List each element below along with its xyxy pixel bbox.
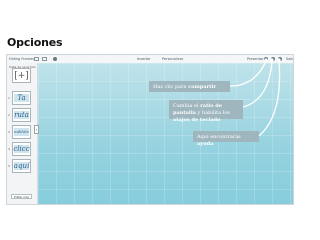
path-thumbnail-1[interactable]: Ta [12, 91, 31, 105]
edit-path-button[interactable]: Editar ruta [11, 194, 32, 199]
thumb-number: 1 [8, 96, 10, 100]
customize-menu[interactable]: Personalizar [162, 57, 183, 61]
tip-ratio-bold2: atajos de teclado [173, 116, 221, 123]
overview-thumbnail[interactable]: [+] [12, 68, 31, 83]
tip-help-bold: ayuda [197, 140, 214, 147]
prezi-editor-window: Hiding Frames Insertar Personalizar Pres… [6, 54, 294, 205]
tip-share-text: Haz clic para [153, 84, 189, 90]
project-name: Hiding Frames [9, 57, 35, 61]
present-button[interactable]: Presentar [247, 57, 264, 61]
tip-help: Aquí encontrarás ayuda [193, 131, 259, 147]
thumb-number: 2 [8, 113, 10, 117]
thumb-number: 4 [8, 147, 10, 151]
tip-ratio: Cambia el ratio de pantalla y habilita l… [169, 100, 243, 123]
exit-button[interactable]: Salir [286, 57, 293, 61]
tip-share: Haz clic para compartir [149, 81, 230, 92]
path-thumbnail-2[interactable]: ruta [12, 108, 31, 122]
path-sidebar: Vista de recorrido [+] 1 Ta 2 ruta 3 nak… [7, 63, 38, 204]
collapse-sidebar-icon[interactable]: ‹ [34, 125, 39, 134]
path-thumbnail-5[interactable]: aquí [12, 159, 31, 173]
tip-help-text: Aquí encontrarás [197, 134, 241, 140]
tip-share-bold: compartir [188, 84, 216, 90]
thumb-text: clicc [13, 144, 30, 154]
tip-ratio-mid: y habilita los [195, 109, 230, 116]
settings-icon[interactable] [271, 56, 275, 61]
thumb-number: 3 [8, 130, 10, 134]
thumb-text: ruta [14, 110, 29, 120]
share-icon[interactable] [264, 56, 268, 61]
redo-icon[interactable] [53, 56, 57, 61]
undo-icon[interactable] [42, 56, 47, 61]
insert-menu[interactable]: Insertar [137, 57, 151, 61]
thumb-text: aquí [13, 161, 30, 171]
path-thumbnail-3[interactable]: nakhile [12, 125, 31, 139]
page-title: Opciones [7, 36, 63, 49]
path-thumbnail-4[interactable]: clicc [12, 142, 31, 156]
thumb-text: nakhile [14, 127, 29, 137]
tip-ratio-text: Cambia el [173, 103, 201, 109]
home-icon[interactable] [34, 56, 39, 61]
thumb-number: 5 [8, 164, 10, 168]
thumb-text: Ta [14, 93, 29, 103]
help-icon[interactable] [278, 56, 282, 61]
